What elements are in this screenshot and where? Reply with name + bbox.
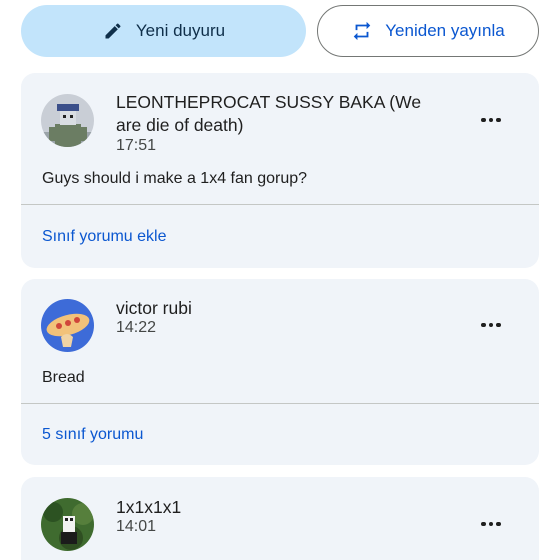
post-card: 1x1x1x1 14:01: [21, 477, 539, 560]
post-time: 17:51: [116, 137, 157, 154]
post-card: victor rubi 14:22 Bread 5 sınıf yorumu: [21, 279, 539, 465]
class-comments-link[interactable]: 5 sınıf yorumu: [42, 426, 143, 444]
more-options-icon[interactable]: [479, 108, 503, 132]
post-text: Guys should i make a 1x4 fan gorup?: [42, 170, 308, 187]
repost-button[interactable]: Yeniden yayınla: [317, 5, 539, 57]
avatar[interactable]: [41, 299, 94, 352]
avatar[interactable]: [41, 94, 94, 147]
more-options-icon[interactable]: [479, 512, 503, 536]
divider: [21, 403, 539, 404]
post-text: Bread: [42, 369, 85, 386]
new-announcement-button[interactable]: Yeni duyuru: [21, 5, 306, 57]
post-actions-bar: Yeni duyuru Yeniden yayınla: [21, 5, 539, 57]
divider: [21, 204, 539, 205]
post-author: LEONTHEPROCAT SUSSY BAKA (We are die of …: [116, 92, 422, 135]
repost-label: Yeniden yayınla: [385, 21, 505, 40]
post-time: 14:22: [116, 319, 157, 336]
post-author: victor rubi: [116, 298, 192, 318]
add-class-comment-link[interactable]: Sınıf yorumu ekle: [42, 228, 167, 246]
post-card: LEONTHEPROCAT SUSSY BAKA (We are die of …: [21, 73, 539, 268]
pencil-icon: [102, 20, 124, 42]
repost-icon: [351, 20, 373, 42]
new-announcement-label: Yeni duyuru: [135, 21, 226, 40]
post-time: 14:01: [116, 518, 157, 535]
post-author: 1x1x1x1: [116, 497, 182, 517]
avatar[interactable]: [41, 498, 94, 551]
more-options-icon[interactable]: [479, 313, 503, 337]
